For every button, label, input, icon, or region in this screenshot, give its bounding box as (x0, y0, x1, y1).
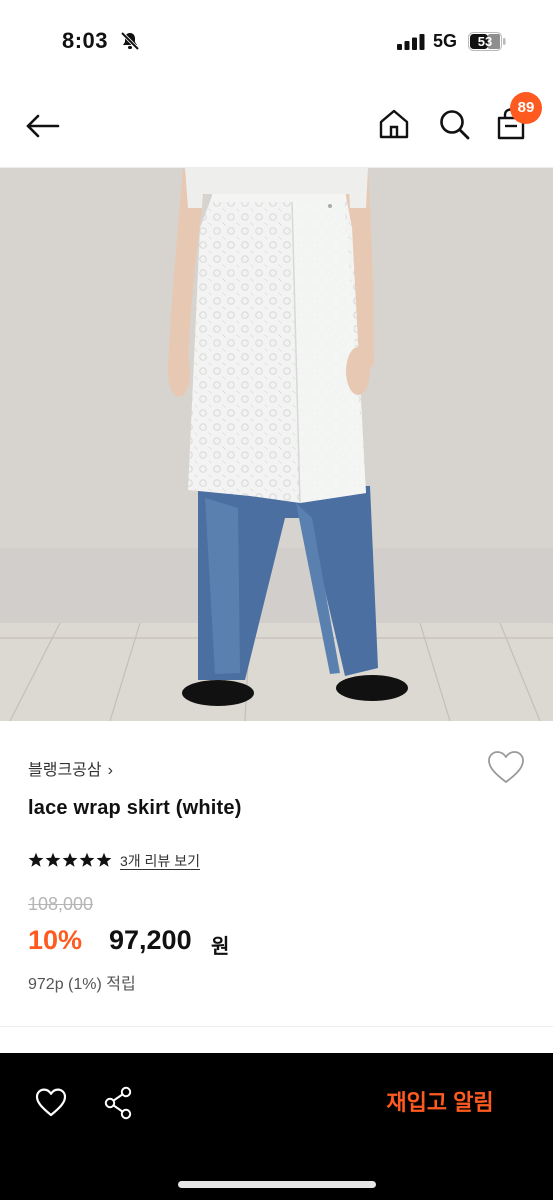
discount-rate: 10% (28, 925, 83, 955)
final-price: 97,200 (109, 925, 192, 955)
chevron-right-icon: › (107, 762, 113, 779)
restock-alert-button[interactable]: 재입고 알림 (370, 1083, 510, 1123)
status-time: 8:03 (62, 28, 109, 53)
home-indicator (178, 1181, 376, 1188)
bell-off-icon (120, 31, 140, 51)
search-icon[interactable] (436, 106, 472, 142)
price-unit: 원 (211, 936, 230, 958)
product-image[interactable] (0, 168, 553, 721)
reward-points: 972p (1%) 적립 (28, 976, 136, 993)
star-icon (79, 852, 95, 867)
cart-count-badge[interactable]: 89 (510, 92, 542, 124)
battery-level: 53 (477, 34, 493, 49)
rating-stars (28, 852, 112, 868)
back-arrow-icon[interactable] (24, 108, 60, 144)
product-title: lace wrap skirt (white) (28, 797, 242, 819)
star-icon (96, 852, 112, 867)
star-icon (62, 852, 78, 867)
brand-link[interactable]: 블랭크공삼 › (28, 756, 113, 780)
brand-name: 블랭크공삼 (28, 762, 102, 779)
app-header (0, 80, 553, 168)
status-bar: 8:03 5G 53 (0, 0, 553, 80)
share-icon[interactable] (101, 1085, 135, 1121)
divider (0, 1026, 553, 1027)
heart-outline-icon[interactable] (486, 748, 526, 788)
review-link[interactable]: 3개 리뷰 보기 (120, 851, 200, 871)
signal-icon (397, 34, 425, 50)
original-price: 108,000 (28, 894, 94, 914)
heart-outline-icon[interactable] (34, 1086, 68, 1120)
bottom-action-bar: 재입고 알림 (0, 1053, 553, 1200)
star-icon (45, 852, 61, 867)
network-type: 5G (433, 31, 458, 51)
star-icon (28, 852, 44, 867)
home-icon[interactable] (376, 106, 412, 142)
